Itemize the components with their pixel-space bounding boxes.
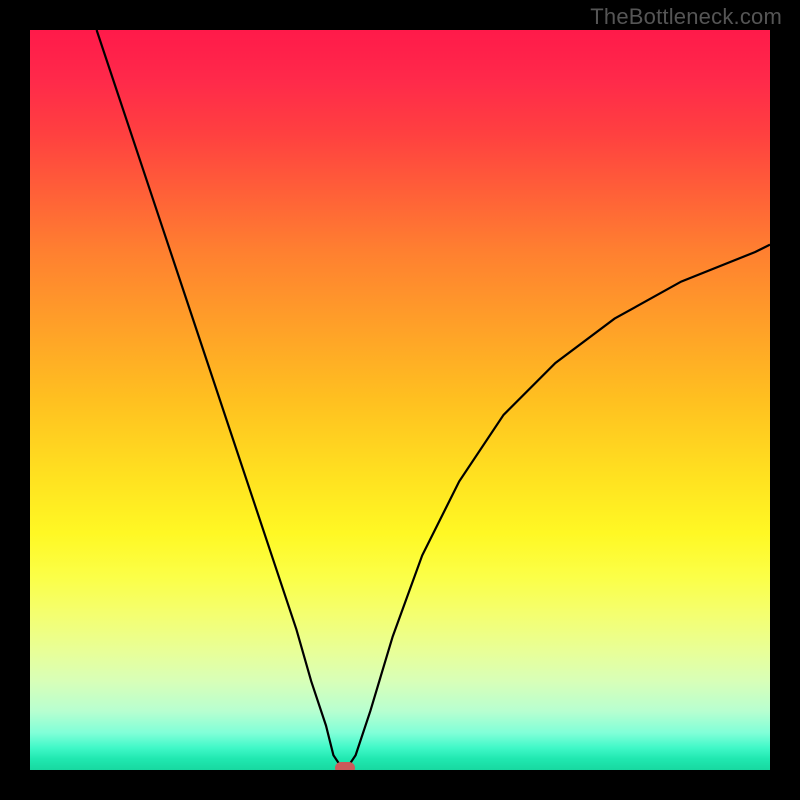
plot-area: [30, 30, 770, 770]
figure-frame: TheBottleneck.com: [0, 0, 800, 800]
bottleneck-curve: [97, 30, 770, 768]
curve-svg: [30, 30, 770, 770]
watermark-text: TheBottleneck.com: [590, 4, 782, 30]
optimal-point-marker: [335, 762, 355, 770]
